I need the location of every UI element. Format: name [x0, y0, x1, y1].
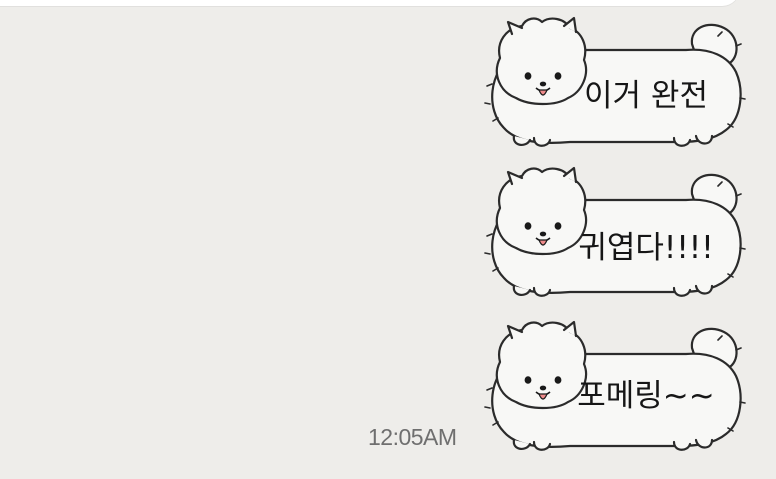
- chat-window: 이거 완전 귀엽다!!!! 포메링~~ 12:05AM: [0, 0, 776, 479]
- message-timestamp: 12:05AM: [368, 424, 457, 450]
- message-text: 귀엽다!!!!: [578, 230, 714, 266]
- message-text: 이거 완전: [584, 78, 708, 114]
- sticker-message-3[interactable]: 포메링~~: [478, 318, 750, 451]
- sticker-message-1[interactable]: 이거 완전: [478, 14, 750, 147]
- sticker-message-2[interactable]: 귀엽다!!!!: [478, 164, 750, 297]
- incoming-message-bubble-edge: [0, 0, 740, 6]
- message-text: 포메링~~: [577, 378, 715, 414]
